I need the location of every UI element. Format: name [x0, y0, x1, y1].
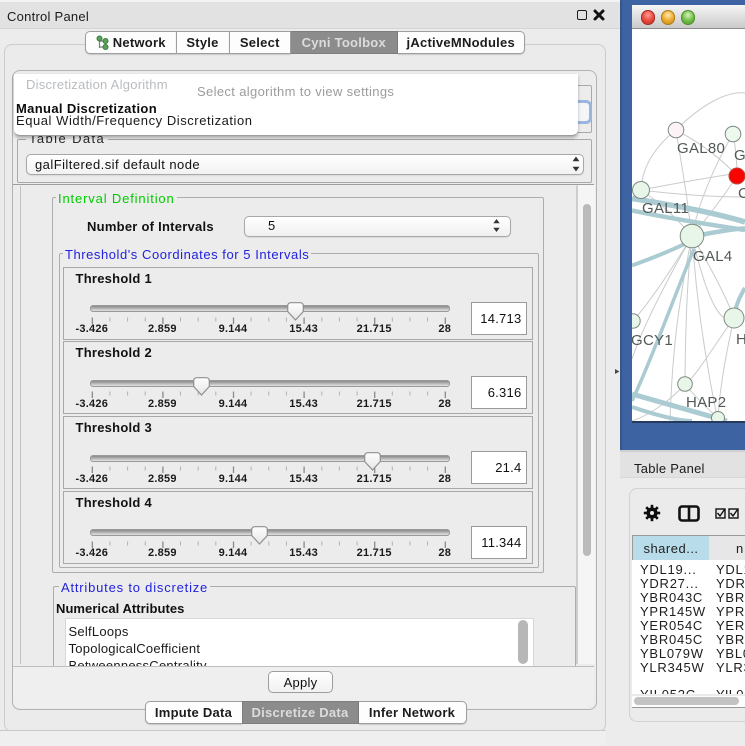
svg-text:C: C	[738, 185, 745, 202]
svg-text:GAL80: GAL80	[677, 140, 725, 157]
svg-text:HAP2: HAP2	[686, 394, 726, 411]
svg-text:GCY1: GCY1	[632, 332, 673, 349]
svg-text:G.: G.	[734, 147, 745, 164]
svg-text:GAL4: GAL4	[693, 248, 733, 265]
svg-text:GAL11: GAL11	[642, 200, 689, 217]
svg-text:H: H	[736, 331, 745, 348]
